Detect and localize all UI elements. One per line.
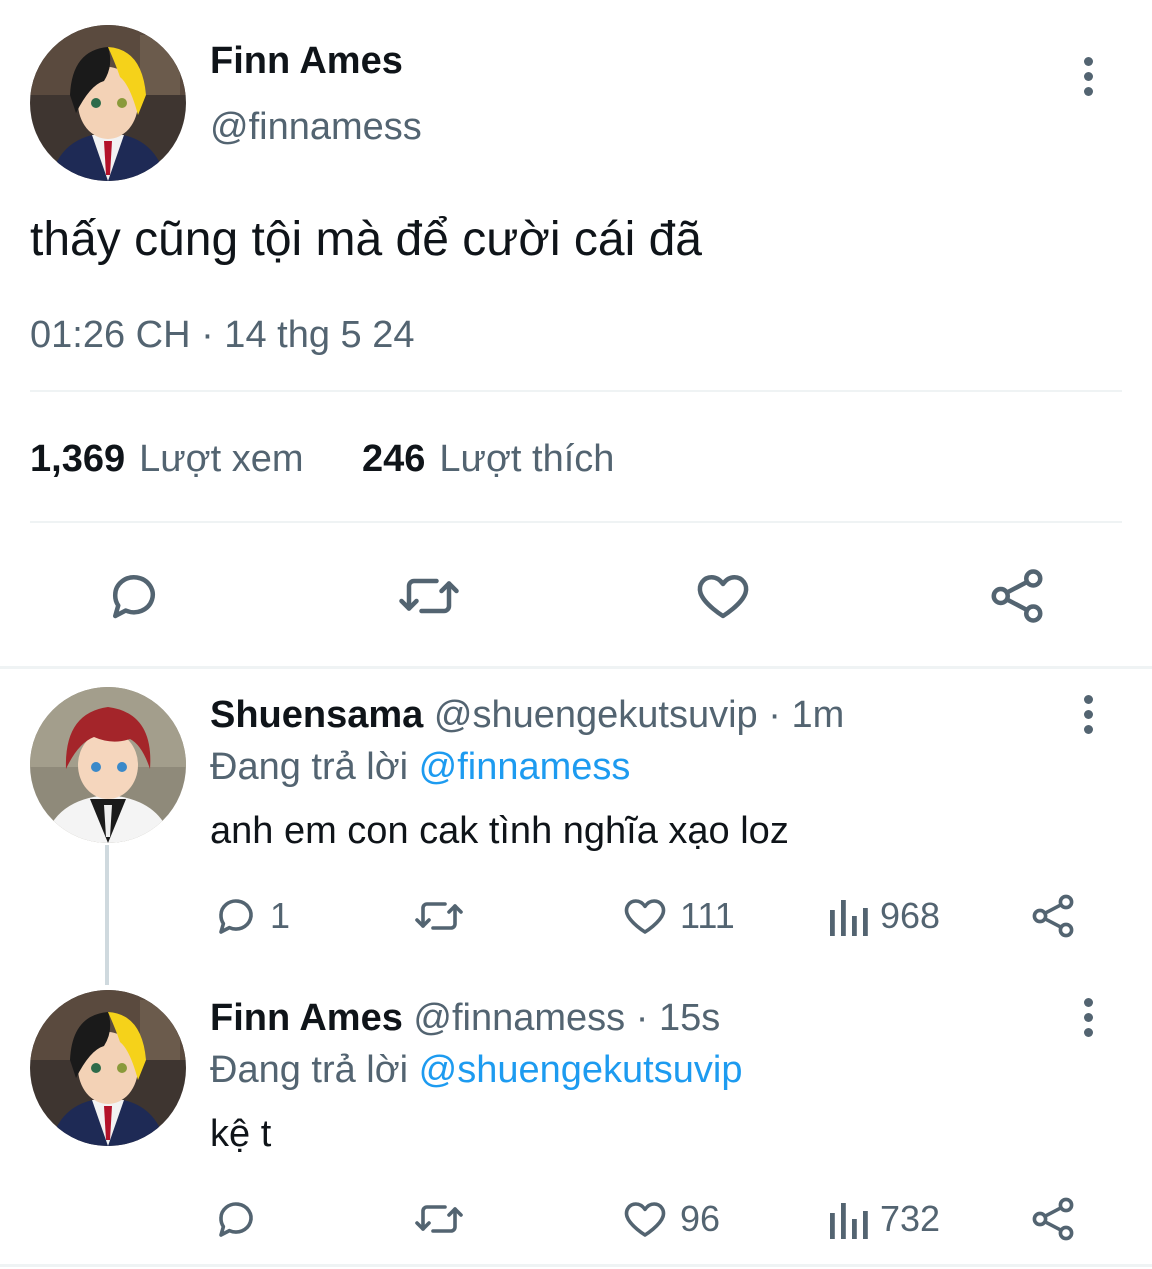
analytics-icon bbox=[830, 1203, 868, 1239]
separator-dot: · bbox=[768, 694, 781, 736]
divider bbox=[30, 521, 1122, 523]
views-count: 968 bbox=[880, 895, 941, 936]
replying-label: Đang trả lời bbox=[210, 1049, 409, 1091]
reply-button[interactable] bbox=[212, 1195, 270, 1243]
likes-stat[interactable]: 246 Lượt thích bbox=[362, 436, 614, 482]
author-handle[interactable]: @finnamess bbox=[210, 104, 422, 150]
like-button[interactable]: 111 bbox=[620, 892, 735, 940]
retweet-button[interactable] bbox=[396, 566, 462, 626]
thread-connector bbox=[105, 845, 109, 985]
share-icon bbox=[1032, 1197, 1074, 1241]
analytics-icon bbox=[830, 900, 868, 936]
like-count: 111 bbox=[680, 895, 735, 936]
reply-count: 1 bbox=[270, 895, 291, 936]
replying-to-handle[interactable]: @shuengekutsuvip bbox=[419, 1049, 743, 1091]
reply-author-name[interactable]: Finn Ames bbox=[210, 997, 403, 1039]
author-name[interactable]: Finn Ames bbox=[210, 38, 403, 84]
share-button[interactable] bbox=[1028, 892, 1078, 940]
more-options-icon[interactable] bbox=[1078, 46, 1098, 106]
views-button[interactable]: 968 bbox=[826, 892, 940, 940]
reply-icon bbox=[219, 899, 253, 934]
reply-time[interactable]: 1m bbox=[791, 694, 844, 736]
retweet-icon bbox=[415, 1205, 463, 1233]
author-avatar[interactable] bbox=[30, 25, 186, 181]
likes-label: Lượt thích bbox=[439, 438, 615, 480]
reply-text: anh em con cak tình nghĩa xạo loz bbox=[210, 810, 789, 852]
replying-to: Đang trả lời @shuengekutsuvip bbox=[210, 1047, 742, 1093]
reply-header: Finn Ames @finnamess · 15s bbox=[210, 995, 720, 1041]
heart-icon bbox=[697, 575, 749, 619]
views-button[interactable]: 732 bbox=[826, 1195, 940, 1243]
views-stat[interactable]: 1,369 Lượt xem bbox=[30, 436, 304, 482]
like-count: 96 bbox=[680, 1198, 721, 1239]
share-button[interactable] bbox=[1028, 1195, 1078, 1243]
like-button[interactable]: 96 bbox=[620, 1195, 720, 1243]
reply-button[interactable] bbox=[104, 566, 164, 626]
replying-to: Đang trả lời @finnamess bbox=[210, 744, 630, 790]
share-icon bbox=[1032, 894, 1074, 938]
heart-icon bbox=[624, 899, 666, 934]
views-count: 1,369 bbox=[30, 438, 126, 480]
share-button[interactable] bbox=[986, 566, 1048, 626]
reply-avatar[interactable] bbox=[30, 687, 186, 843]
tweet-timestamp[interactable]: 01:26 CH · 14 thg 5 24 bbox=[30, 312, 414, 358]
section-divider bbox=[0, 1264, 1152, 1267]
reply-icon bbox=[219, 1202, 253, 1237]
retweet-icon bbox=[399, 578, 459, 614]
replying-label: Đang trả lời bbox=[210, 746, 409, 788]
reply-button[interactable]: 1 bbox=[212, 892, 290, 940]
likes-count: 246 bbox=[362, 438, 426, 480]
reply-avatar[interactable] bbox=[30, 990, 186, 1146]
like-button[interactable] bbox=[692, 566, 754, 626]
section-divider bbox=[0, 666, 1152, 669]
more-options-icon[interactable] bbox=[1078, 987, 1098, 1047]
separator-dot: · bbox=[635, 997, 649, 1039]
reply-handle[interactable]: @shuengekutsuvip bbox=[434, 694, 758, 736]
reply-handle[interactable]: @finnamess bbox=[413, 997, 625, 1039]
more-options-icon[interactable] bbox=[1078, 684, 1098, 744]
reply-time[interactable]: 15s bbox=[659, 997, 720, 1039]
retweet-icon bbox=[415, 902, 463, 930]
views-label: Lượt xem bbox=[139, 438, 304, 480]
divider bbox=[30, 390, 1122, 392]
share-icon bbox=[991, 569, 1043, 623]
reply-icon bbox=[113, 575, 155, 619]
tweet-text: thấy cũng tội mà để cười cái đã bbox=[30, 213, 702, 266]
retweet-button[interactable] bbox=[412, 892, 476, 940]
retweet-button[interactable] bbox=[412, 1195, 476, 1243]
heart-icon bbox=[624, 1202, 666, 1237]
reply-header: Shuensama @shuengekutsuvip · 1m bbox=[210, 692, 844, 738]
reply-author-name[interactable]: Shuensama bbox=[210, 694, 423, 736]
replying-to-handle[interactable]: @finnamess bbox=[419, 746, 631, 788]
reply-text: kệ t bbox=[210, 1113, 272, 1155]
views-count: 732 bbox=[880, 1198, 941, 1239]
